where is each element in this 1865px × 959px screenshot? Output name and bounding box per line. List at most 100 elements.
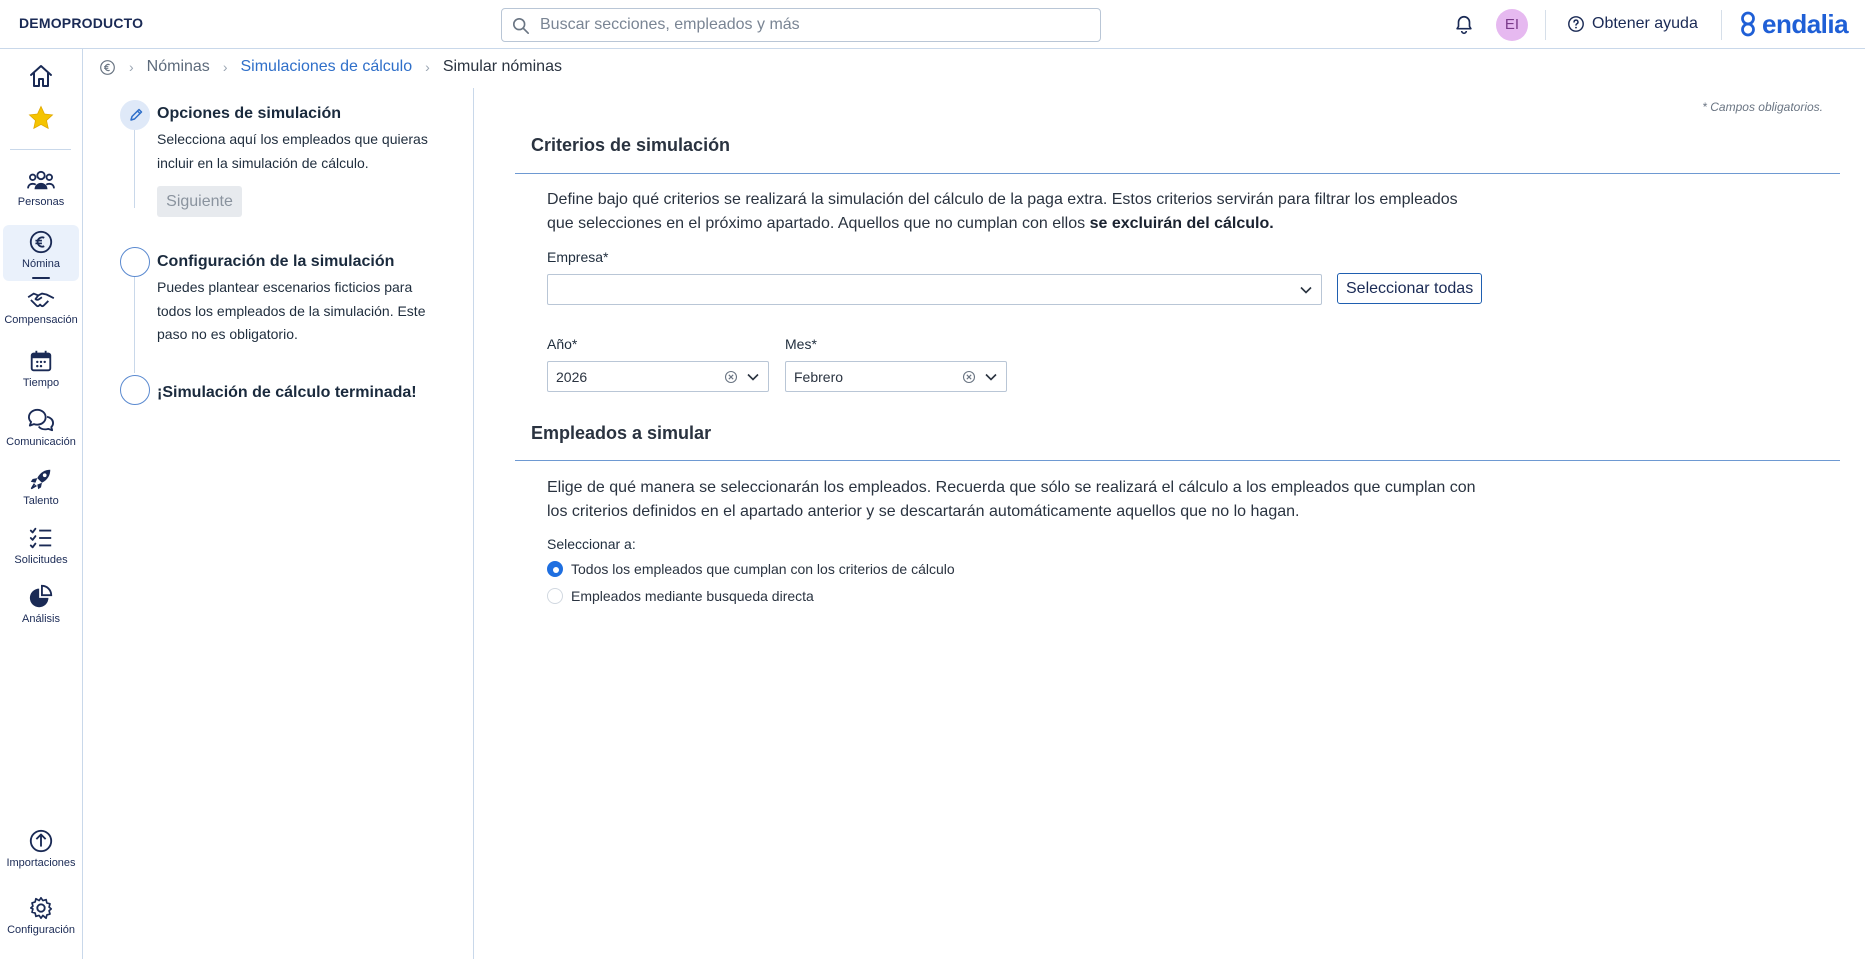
sidebar-item-label: Comunicación <box>6 436 76 448</box>
chevron-down-icon <box>1300 286 1312 294</box>
sidebar-item-compensacion[interactable]: Compensación <box>3 285 79 341</box>
month-select-value: Febrero <box>794 369 844 385</box>
sidebar-item-label: Configuración <box>7 924 75 936</box>
company-select[interactable] <box>547 274 1322 305</box>
logo-text: endalia <box>1762 8 1849 39</box>
home-icon[interactable] <box>27 62 55 90</box>
sidebar-item-label: Tiempo <box>22 377 60 389</box>
radio-option-label: Todos los empleados que cumplan con los … <box>571 561 955 577</box>
pencil-icon <box>130 108 143 121</box>
step-2-indicator <box>120 247 150 277</box>
year-select[interactable]: 2026 <box>547 361 769 392</box>
sidebar-item-label: Personas <box>17 196 65 208</box>
sidebar-divider <box>10 149 71 150</box>
employees-section-title: Empleados a simular <box>531 423 712 443</box>
sidebar-item-label: Compensación <box>4 314 78 326</box>
chevron-right-icon: › <box>129 59 134 75</box>
search-input[interactable] <box>540 9 1090 41</box>
select-all-button[interactable]: Seleccionar todas <box>1337 273 1483 304</box>
section-divider <box>515 460 1840 461</box>
wizard-stepper: Opciones de simulación Selecciona aquí l… <box>84 88 474 959</box>
step-1-indicator <box>120 100 150 130</box>
chevron-right-icon: › <box>425 59 430 75</box>
calendar-icon <box>30 350 52 372</box>
employees-description: Elige de qué manera se seleccionarán los… <box>547 479 1476 520</box>
month-select[interactable]: Febrero <box>785 361 1007 392</box>
rocket-icon <box>30 469 51 490</box>
pie-chart-icon <box>29 584 53 608</box>
radio-button[interactable] <box>547 588 563 604</box>
criteria-description: Define bajo qué criterios se realizará l… <box>547 188 1477 236</box>
people-icon <box>27 170 55 190</box>
next-button[interactable]: Siguiente <box>157 186 242 217</box>
radio-option-all[interactable]: Todos los empleados que cumplan con los … <box>547 559 955 579</box>
breadcrumb-nominas[interactable]: Nóminas <box>147 58 210 76</box>
help-label: Obtener ayuda <box>1592 15 1698 32</box>
step-3-indicator <box>120 375 150 405</box>
clear-icon[interactable] <box>724 370 738 384</box>
question-circle-icon <box>1568 16 1584 32</box>
required-fields-note: * Campos obligatorios. <box>1702 100 1823 114</box>
step-1-description: Selecciona aquí los empleados que quiera… <box>157 131 428 171</box>
chevron-right-icon: › <box>222 59 228 75</box>
sidebar-item-nomina[interactable]: Nómina <box>3 225 79 281</box>
company-name[interactable]: DEMOPRODUCTO <box>19 15 143 31</box>
year-select-value: 2026 <box>556 369 588 385</box>
section-divider <box>515 173 1840 174</box>
chevron-down-icon <box>747 373 759 381</box>
sidebar-item-comunicacion[interactable]: Comunicación <box>3 403 79 459</box>
main-content: * Campos obligatorios. Criterios de simu… <box>475 88 1865 959</box>
endalia-logo[interactable]: endalia <box>1737 8 1849 40</box>
radio-button-checked[interactable] <box>547 561 563 577</box>
divider <box>1721 10 1722 40</box>
sidebar-item-talento[interactable]: Talento <box>3 462 79 518</box>
handshake-icon <box>27 292 55 308</box>
user-avatar[interactable]: EI <box>1496 9 1528 41</box>
step-2-description: Puedes plantear escenarios ficticios par… <box>157 279 426 342</box>
company-field-label: Empresa* <box>547 249 609 265</box>
month-field-label: Mes* <box>785 336 817 352</box>
step-2-title: Configuración de la simulación <box>157 253 395 270</box>
criteria-description-emphasis: se excluirán del cálculo. <box>1089 215 1274 232</box>
sidebar-item-label: Talento <box>23 495 59 507</box>
breadcrumb: › Nóminas › Simulaciones de cálculo › Si… <box>98 57 562 77</box>
criteria-description-text: Define bajo qué criterios se realizará l… <box>547 191 1458 232</box>
gear-icon <box>29 896 53 920</box>
divider <box>1545 10 1546 40</box>
clear-icon[interactable] <box>962 370 976 384</box>
step-connector <box>134 128 135 208</box>
sidebar: Personas Nómina Compensación Tiempo Comu… <box>0 49 83 959</box>
euro-circle-icon <box>100 59 115 75</box>
breadcrumb-simulaciones[interactable]: Simulaciones de cálculo <box>240 58 412 76</box>
help-link[interactable]: Obtener ayuda <box>1567 13 1698 35</box>
global-search[interactable] <box>501 8 1101 42</box>
sidebar-item-importaciones[interactable]: Importaciones <box>3 824 79 880</box>
step-connector <box>134 274 135 373</box>
active-indicator <box>32 277 50 279</box>
breadcrumb-current: Simular nóminas <box>442 58 562 75</box>
star-favorites-icon[interactable] <box>27 104 55 132</box>
radio-option-label: Empleados mediante busqueda directa <box>571 588 814 604</box>
search-icon <box>512 17 530 35</box>
sidebar-item-tiempo[interactable]: Tiempo <box>3 344 79 400</box>
select-target-label: Seleccionar a: <box>547 536 636 552</box>
sidebar-item-personas[interactable]: Personas <box>3 165 79 221</box>
step-3-title: ¡Simulación de cálculo terminada! <box>157 384 417 401</box>
sidebar-item-analisis[interactable]: Análisis <box>3 580 79 636</box>
sidebar-item-label: Nómina <box>22 258 60 270</box>
sidebar-item-solicitudes[interactable]: Solicitudes <box>3 521 79 577</box>
chevron-down-icon <box>985 373 997 381</box>
endalia-logo-mark-icon <box>1741 11 1755 37</box>
notifications-bell-icon[interactable] <box>1453 14 1475 36</box>
top-bar: DEMOPRODUCTO EI Obtener ayuda endalia <box>0 0 1865 49</box>
step-1-title: Opciones de simulación <box>157 105 342 122</box>
checklist-icon <box>29 527 52 549</box>
sidebar-item-label: Solicitudes <box>14 554 68 566</box>
radio-option-direct-search[interactable]: Empleados mediante busqueda directa <box>547 586 814 606</box>
sidebar-item-configuracion[interactable]: Configuración <box>3 891 79 947</box>
sidebar-item-label: Importaciones <box>6 857 76 869</box>
sidebar-item-label: Análisis <box>22 613 60 625</box>
year-field-label: Año* <box>547 336 578 352</box>
criteria-section-title: Criterios de simulación <box>531 135 731 155</box>
chat-icon <box>28 408 54 432</box>
